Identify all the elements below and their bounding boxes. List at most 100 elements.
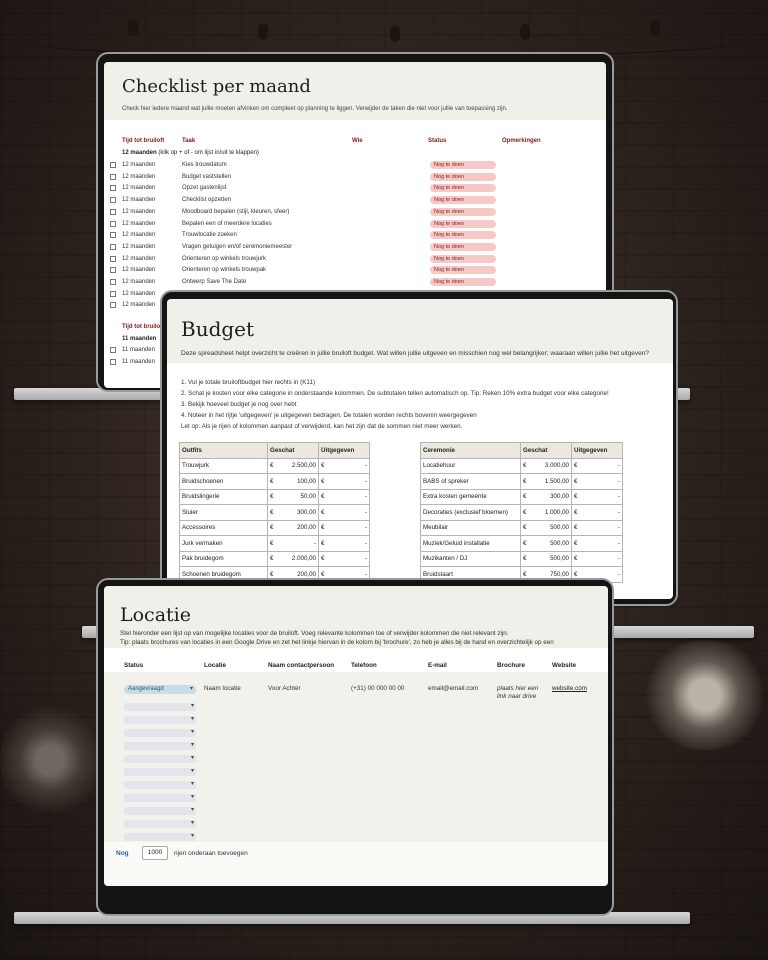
- rows-count-input[interactable]: 1000: [142, 846, 168, 860]
- spent-cell[interactable]: € -: [571, 519, 623, 536]
- task-cell[interactable]: Orienteren op winkels trouwjurk: [182, 256, 266, 262]
- checkbox[interactable]: [110, 197, 116, 204]
- item-cell[interactable]: Meubilair: [420, 519, 521, 536]
- item-cell[interactable]: Locatiehuur: [420, 457, 521, 474]
- status-dropdown[interactable]: [124, 702, 196, 711]
- estimate-cell[interactable]: €3.000,00: [520, 457, 572, 474]
- status-dropdown[interactable]: [124, 793, 196, 802]
- checkbox[interactable]: [110, 220, 116, 227]
- task-cell[interactable]: Trouwlocatie zoeken: [182, 232, 237, 238]
- estimate-cell[interactable]: € -: [267, 535, 319, 552]
- checkbox[interactable]: [110, 290, 116, 297]
- item-cell[interactable]: BABS of spreker: [420, 473, 521, 490]
- status-badge[interactable]: Nog te doen: [430, 172, 496, 181]
- estimate-cell[interactable]: €300,00: [520, 488, 572, 505]
- spent-cell[interactable]: € -: [318, 457, 370, 474]
- status-badge[interactable]: Nog te doen: [430, 242, 496, 251]
- checkbox[interactable]: [110, 302, 116, 309]
- status-dropdown[interactable]: Aangevraagd: [124, 685, 196, 694]
- checkbox[interactable]: [110, 185, 116, 192]
- telefoon-cell[interactable]: (+31) 00 000 00 00: [351, 685, 404, 692]
- spent-cell[interactable]: € -: [318, 504, 370, 521]
- status-dropdown[interactable]: [124, 780, 196, 789]
- status-badge[interactable]: Nog te doen: [430, 196, 496, 205]
- spent-cell[interactable]: € -: [318, 519, 370, 536]
- status-badge[interactable]: Nog te doen: [430, 254, 496, 263]
- status-badge[interactable]: Nog te doen: [430, 266, 496, 275]
- task-cell[interactable]: Budget vaststellen: [182, 174, 231, 180]
- task-cell[interactable]: Opzet gastenlijst: [182, 185, 226, 191]
- estimate-cell[interactable]: €100,00: [267, 473, 319, 490]
- group-header[interactable]: 12 maanden (klik op + of - om lijst in/u…: [122, 150, 259, 156]
- spent-cell[interactable]: € -: [571, 457, 623, 474]
- status-badge[interactable]: Nog te doen: [430, 161, 496, 169]
- item-cell[interactable]: Accessoires: [179, 519, 268, 536]
- spent-cell[interactable]: € -: [571, 488, 623, 505]
- checkbox[interactable]: [110, 173, 116, 180]
- spent-cell[interactable]: € -: [571, 504, 623, 521]
- task-cell[interactable]: Vragen getuigen en/of ceremoniemeester: [182, 244, 292, 250]
- item-cell[interactable]: Bruidschoenen: [179, 473, 268, 490]
- item-cell[interactable]: Trouwjurk: [179, 457, 268, 474]
- item-cell[interactable]: Muzikanten / DJ: [420, 550, 521, 567]
- brochure-cell[interactable]: plaats hier een link naar drive: [497, 685, 549, 701]
- group2-label[interactable]: 11 maanden: [122, 336, 156, 342]
- spent-cell[interactable]: € -: [318, 473, 370, 490]
- checkbox[interactable]: [110, 243, 116, 250]
- estimate-cell[interactable]: €300,00: [267, 504, 319, 521]
- task-cell[interactable]: Checklist opzetten: [182, 197, 231, 203]
- estimate-cell[interactable]: €50,00: [267, 488, 319, 505]
- status-dropdown[interactable]: [124, 832, 196, 841]
- task-cell[interactable]: Ontwerp Save The Date: [182, 279, 246, 285]
- estimate-cell[interactable]: €2.000,00: [267, 550, 319, 567]
- contact-cell[interactable]: Voor Achter: [268, 685, 301, 692]
- estimate-cell[interactable]: €500,00: [520, 535, 572, 552]
- add-rows-link[interactable]: Nog: [116, 850, 129, 857]
- spent-cell[interactable]: € -: [571, 473, 623, 490]
- checkbox[interactable]: [110, 347, 116, 353]
- estimate-cell[interactable]: €2.500,00: [267, 457, 319, 474]
- checkbox[interactable]: [110, 267, 116, 274]
- status-dropdown[interactable]: [124, 715, 196, 724]
- checkbox[interactable]: [110, 232, 116, 239]
- item-cell[interactable]: Decoraties (exclusief bloemen): [420, 504, 521, 521]
- status-dropdown[interactable]: [124, 728, 196, 737]
- checkbox[interactable]: [110, 279, 116, 285]
- checkbox[interactable]: [110, 208, 116, 215]
- task-cell[interactable]: Bepalen een of meerdere locaties: [182, 221, 272, 227]
- spent-cell[interactable]: € -: [571, 550, 623, 567]
- status-dropdown[interactable]: [124, 806, 196, 815]
- status-dropdown[interactable]: [124, 767, 196, 776]
- spent-cell[interactable]: € -: [318, 535, 370, 552]
- estimate-cell[interactable]: €1.000,00: [520, 504, 572, 521]
- checkbox[interactable]: [110, 255, 116, 262]
- status-badge[interactable]: Nog te doen: [430, 207, 496, 216]
- status-badge[interactable]: Nog te doen: [430, 219, 496, 228]
- status-badge[interactable]: Nog te doen: [430, 278, 496, 286]
- spent-cell[interactable]: € -: [571, 535, 623, 552]
- item-cell[interactable]: Muziek/Geluid installatie: [420, 535, 521, 552]
- status-dropdown[interactable]: [124, 741, 196, 750]
- item-cell[interactable]: Bruidslingerie: [179, 488, 268, 505]
- estimate-cell[interactable]: €500,00: [520, 519, 572, 536]
- task-cell[interactable]: Orienteren op winkels trouwpak: [182, 267, 266, 273]
- item-cell[interactable]: Sluier: [179, 504, 268, 521]
- status-dropdown[interactable]: [124, 754, 196, 763]
- item-cell[interactable]: Jurk vermaken: [179, 535, 268, 552]
- status-badge[interactable]: Nog te doen: [430, 231, 496, 240]
- estimate-cell[interactable]: €500,00: [520, 550, 572, 567]
- status-dropdown[interactable]: [124, 819, 196, 828]
- item-cell[interactable]: Pak bruidegom: [179, 550, 268, 567]
- email-cell[interactable]: email@email.com: [428, 685, 478, 692]
- locatie-cell[interactable]: Naam locatie: [204, 685, 241, 692]
- item-cell[interactable]: Extra kosten gemeente: [420, 488, 521, 505]
- spent-cell[interactable]: € -: [318, 488, 370, 505]
- website-link[interactable]: website.com: [552, 685, 587, 692]
- checkbox[interactable]: [110, 359, 116, 365]
- task-cell[interactable]: Kies trouwdatum: [182, 162, 227, 168]
- checkbox[interactable]: [110, 162, 116, 168]
- estimate-cell[interactable]: €1.500,00: [520, 473, 572, 490]
- task-cell[interactable]: Moodboard bepalen (stijl, kleuren, sfeer…: [182, 209, 289, 215]
- status-badge[interactable]: Nog te doen: [430, 184, 496, 193]
- estimate-cell[interactable]: €200,00: [267, 519, 319, 536]
